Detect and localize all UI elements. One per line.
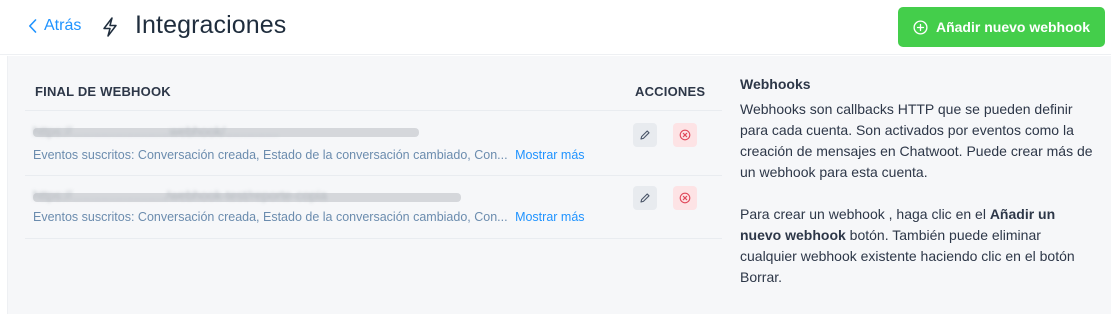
add-webhook-label: Añadir nuevo webhook <box>935 19 1090 35</box>
add-circle-icon <box>913 19 928 35</box>
edit-webhook-button[interactable] <box>633 123 657 147</box>
column-header-actions: ACCIONES <box>635 84 706 99</box>
events-value: Conversación creada, Estado de la conver… <box>137 148 508 162</box>
page-header: Atrás Integraciones Añadir nuevo webhook <box>0 0 1111 55</box>
pencil-icon <box>640 193 650 203</box>
events-label: Eventos suscritos: <box>33 148 135 162</box>
edit-webhook-button[interactable] <box>633 186 657 210</box>
page-title: Integraciones <box>135 11 287 39</box>
back-label: Atrás <box>44 17 82 34</box>
delete-webhook-button[interactable] <box>673 186 697 210</box>
back-button[interactable]: Atrás <box>28 17 81 35</box>
show-more-link[interactable]: Mostrar más <box>515 210 584 224</box>
flash-icon <box>103 17 117 37</box>
help-paragraph: Webhooks son callbacks HTTP que se puede… <box>740 101 1093 180</box>
pencil-icon <box>640 130 650 140</box>
row-divider <box>25 110 722 111</box>
help-instructions: Para crear un webhook , haga clic en el … <box>740 204 1100 288</box>
delete-webhook-button[interactable] <box>673 123 697 147</box>
url-redaction <box>33 128 419 137</box>
delete-circle-icon <box>679 129 691 141</box>
subscribed-events: Eventos suscritos: Conversación creada, … <box>33 210 585 224</box>
show-more-link[interactable]: Mostrar más <box>515 148 584 162</box>
row-divider <box>25 238 722 239</box>
url-redaction <box>33 193 461 202</box>
events-label: Eventos suscritos: <box>33 210 135 224</box>
row-divider <box>25 175 722 176</box>
add-webhook-button[interactable]: Añadir nuevo webhook <box>898 7 1105 47</box>
events-value: Conversación creada, Estado de la conver… <box>137 210 508 224</box>
subscribed-events: Eventos suscritos: Conversación creada, … <box>33 148 585 162</box>
delete-circle-icon <box>679 192 691 204</box>
help-text: Para crear un webhook , haga clic en el <box>740 206 990 222</box>
column-header-endpoint: FINAL DE WEBHOOK <box>35 84 171 99</box>
chevron-left-icon <box>29 19 37 33</box>
help-title: Webhooks <box>740 76 811 92</box>
